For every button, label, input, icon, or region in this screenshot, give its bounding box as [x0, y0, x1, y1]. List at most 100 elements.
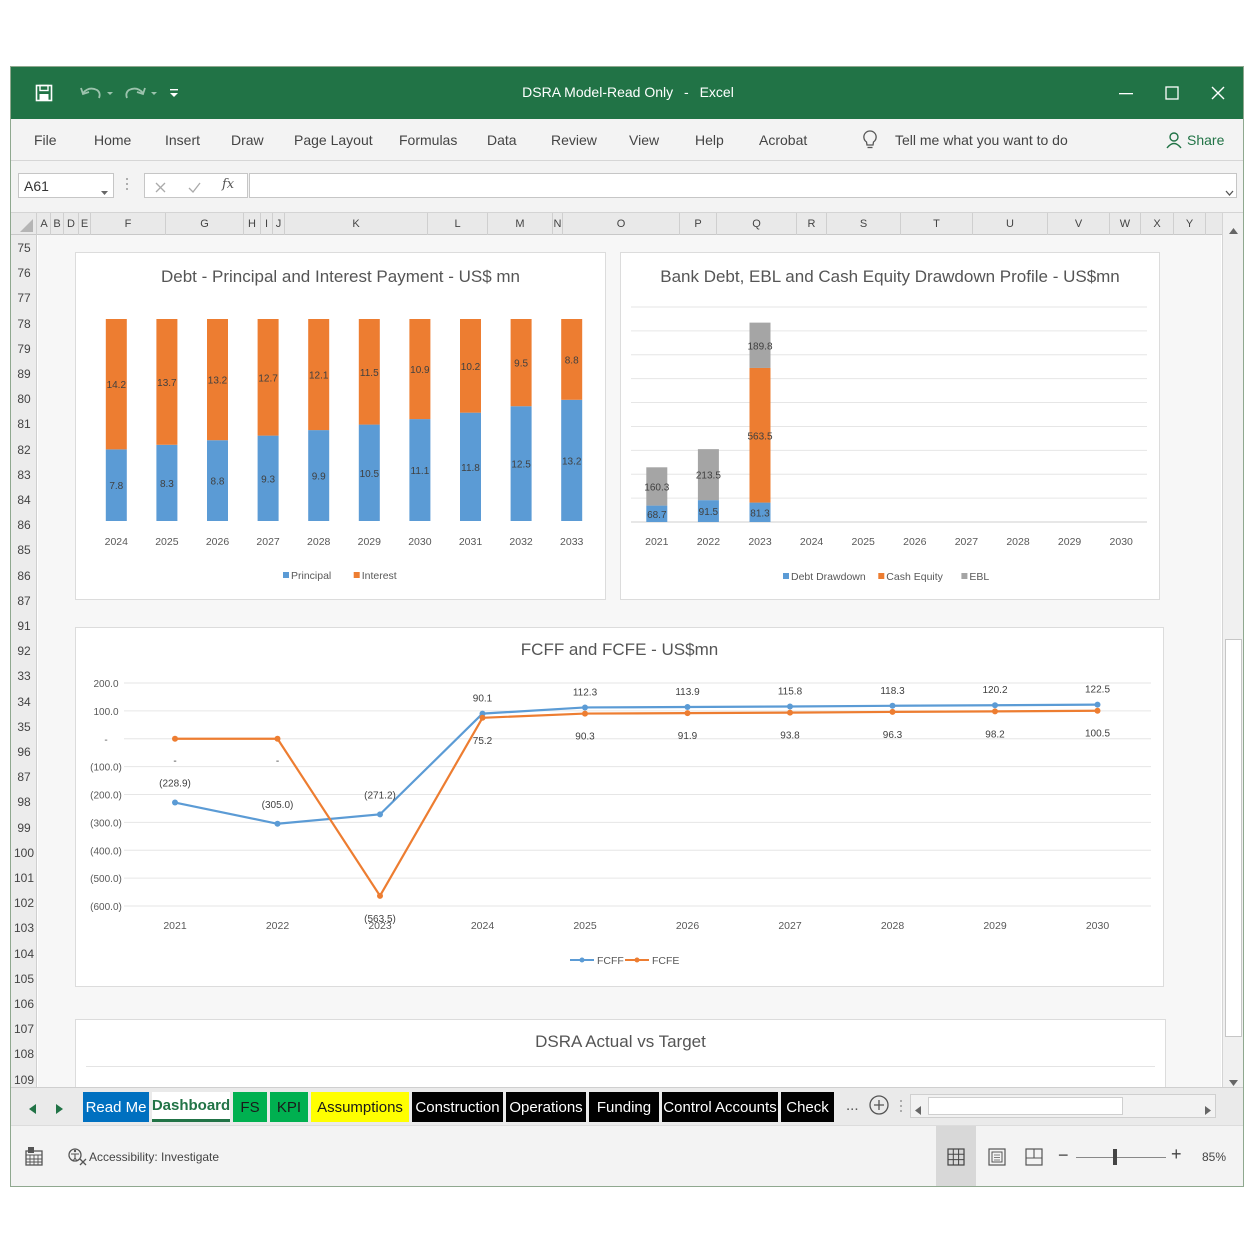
row-header-98[interactable]: 98: [11, 795, 36, 809]
column-header-B[interactable]: B: [51, 213, 64, 235]
add-sheet-icon[interactable]: [868, 1094, 890, 1121]
save-icon[interactable]: [29, 67, 59, 119]
zoom-slider-thumb[interactable]: [1113, 1149, 1117, 1165]
more-sheets[interactable]: ...: [846, 1097, 859, 1114]
row-header-33[interactable]: 33: [11, 669, 36, 683]
row-header-86[interactable]: 86: [11, 518, 36, 532]
tab-home[interactable]: Home: [94, 132, 131, 148]
row-header-76[interactable]: 76: [11, 266, 36, 280]
row-header-96[interactable]: 96: [11, 745, 36, 759]
column-header-D[interactable]: D: [64, 213, 79, 235]
page-break-view-icon[interactable]: [1025, 1148, 1043, 1171]
scroll-right-icon[interactable]: [1205, 1102, 1211, 1120]
column-header-T[interactable]: T: [901, 213, 973, 235]
row-header-82[interactable]: 82: [11, 443, 36, 457]
minimize-icon[interactable]: [1106, 67, 1146, 119]
chart-card-principal-interest[interactable]: Debt - Principal and Interest Payment - …: [75, 252, 606, 600]
row-header-86[interactable]: 86: [11, 569, 36, 583]
chart-card-drawdown-profile[interactable]: Bank Debt, EBL and Cash Equity Drawdown …: [620, 252, 1160, 600]
column-header-V[interactable]: V: [1048, 213, 1110, 235]
normal-view-button[interactable]: [936, 1126, 976, 1186]
tab-file[interactable]: File: [34, 132, 57, 148]
tab-data[interactable]: Data: [487, 132, 517, 148]
sheet-tab-control-accounts[interactable]: Control Accounts: [662, 1092, 778, 1122]
tab-view[interactable]: View: [629, 132, 659, 148]
row-header-87[interactable]: 87: [11, 594, 36, 608]
column-header-Y[interactable]: Y: [1174, 213, 1206, 235]
scroll-thumb[interactable]: [928, 1097, 1123, 1115]
column-header-J[interactable]: J: [273, 213, 285, 235]
confirm-icon[interactable]: [188, 180, 201, 198]
column-header-G[interactable]: G: [166, 213, 244, 235]
sheet-tab-funding[interactable]: Funding: [589, 1092, 659, 1122]
column-header-W[interactable]: W: [1110, 213, 1141, 235]
sheet-tab-construction[interactable]: Construction: [412, 1092, 503, 1122]
row-header-103[interactable]: 103: [11, 921, 36, 935]
chevron-down-icon[interactable]: [101, 183, 108, 199]
row-header-92[interactable]: 92: [11, 644, 36, 658]
function-icon[interactable]: fx: [222, 177, 234, 192]
row-header-87[interactable]: 87: [11, 770, 36, 784]
column-header-K[interactable]: K: [285, 213, 428, 235]
drag-handle-icon[interactable]: [125, 177, 129, 196]
sheet-tab-dashboard[interactable]: Dashboard: [152, 1092, 230, 1122]
scroll-up-icon[interactable]: [1229, 221, 1238, 239]
row-header-35[interactable]: 35: [11, 720, 36, 734]
column-header-O[interactable]: O: [563, 213, 680, 235]
row-header-100[interactable]: 100: [11, 846, 36, 860]
zoom-in-button[interactable]: +: [1171, 1144, 1182, 1165]
row-header-34[interactable]: 34: [11, 695, 36, 709]
row-header-109[interactable]: 109: [11, 1073, 36, 1087]
row-header-99[interactable]: 99: [11, 821, 36, 835]
cancel-icon[interactable]: [155, 180, 166, 198]
scroll-left-icon[interactable]: [915, 1102, 921, 1120]
close-icon[interactable]: [1198, 67, 1238, 119]
share-button[interactable]: Share: [1187, 132, 1224, 148]
column-header-Q[interactable]: Q: [717, 213, 797, 235]
row-header-107[interactable]: 107: [11, 1022, 36, 1036]
column-header-L[interactable]: L: [428, 213, 488, 235]
column-header-M[interactable]: M: [488, 213, 553, 235]
row-header-104[interactable]: 104: [11, 947, 36, 961]
row-header-77[interactable]: 77: [11, 291, 36, 305]
column-header-R[interactable]: R: [797, 213, 827, 235]
sheet-tab-fs[interactable]: FS: [233, 1092, 267, 1122]
tab-acrobat[interactable]: Acrobat: [759, 132, 807, 148]
chart-card-fcff-fcfe[interactable]: FCFF and FCFE - US$mn 200.0 100.0- (100.0)…: [75, 627, 1164, 987]
row-header-85[interactable]: 85: [11, 543, 36, 557]
redo-icon[interactable]: [119, 67, 161, 119]
sheet-tab-kpi[interactable]: KPI: [270, 1092, 308, 1122]
tab-insert[interactable]: Insert: [165, 132, 200, 148]
row-header-84[interactable]: 84: [11, 493, 36, 507]
column-header-X[interactable]: X: [1141, 213, 1174, 235]
maximize-icon[interactable]: [1152, 67, 1192, 119]
expand-formula-icon[interactable]: [1225, 183, 1234, 201]
sheet-tab-read-me[interactable]: Read Me: [83, 1092, 149, 1122]
drag-handle-icon[interactable]: [899, 1099, 903, 1118]
row-header-80[interactable]: 80: [11, 392, 36, 406]
lightbulb-icon[interactable]: [862, 130, 878, 155]
column-header-N[interactable]: N: [553, 213, 563, 235]
sheet-tab-assumptions[interactable]: Assumptions: [311, 1092, 409, 1122]
column-header-H[interactable]: H: [244, 213, 261, 235]
select-all-corner[interactable]: [11, 213, 37, 235]
horizontal-scrollbar[interactable]: [910, 1094, 1216, 1118]
accessibility-status[interactable]: Accessibility: Investigate: [89, 1150, 219, 1164]
sheet-tab-operations[interactable]: Operations: [506, 1092, 586, 1122]
column-header-U[interactable]: U: [973, 213, 1048, 235]
macro-recorder-icon[interactable]: [24, 1146, 46, 1173]
row-header-75[interactable]: 75: [11, 241, 36, 255]
row-header-101[interactable]: 101: [11, 871, 36, 885]
zoom-slider[interactable]: [1076, 1157, 1166, 1158]
row-header-81[interactable]: 81: [11, 417, 36, 431]
customize-icon[interactable]: [165, 67, 183, 119]
row-header-108[interactable]: 108: [11, 1047, 36, 1061]
page-layout-view-icon[interactable]: [988, 1148, 1006, 1171]
column-header-A[interactable]: A: [38, 213, 51, 235]
column-header-F[interactable]: F: [91, 213, 166, 235]
row-header-105[interactable]: 105: [11, 972, 36, 986]
tell-me-search[interactable]: Tell me what you want to do: [895, 132, 1068, 148]
tab-help[interactable]: Help: [695, 132, 724, 148]
column-header-P[interactable]: P: [680, 213, 717, 235]
row-header-106[interactable]: 106: [11, 997, 36, 1011]
